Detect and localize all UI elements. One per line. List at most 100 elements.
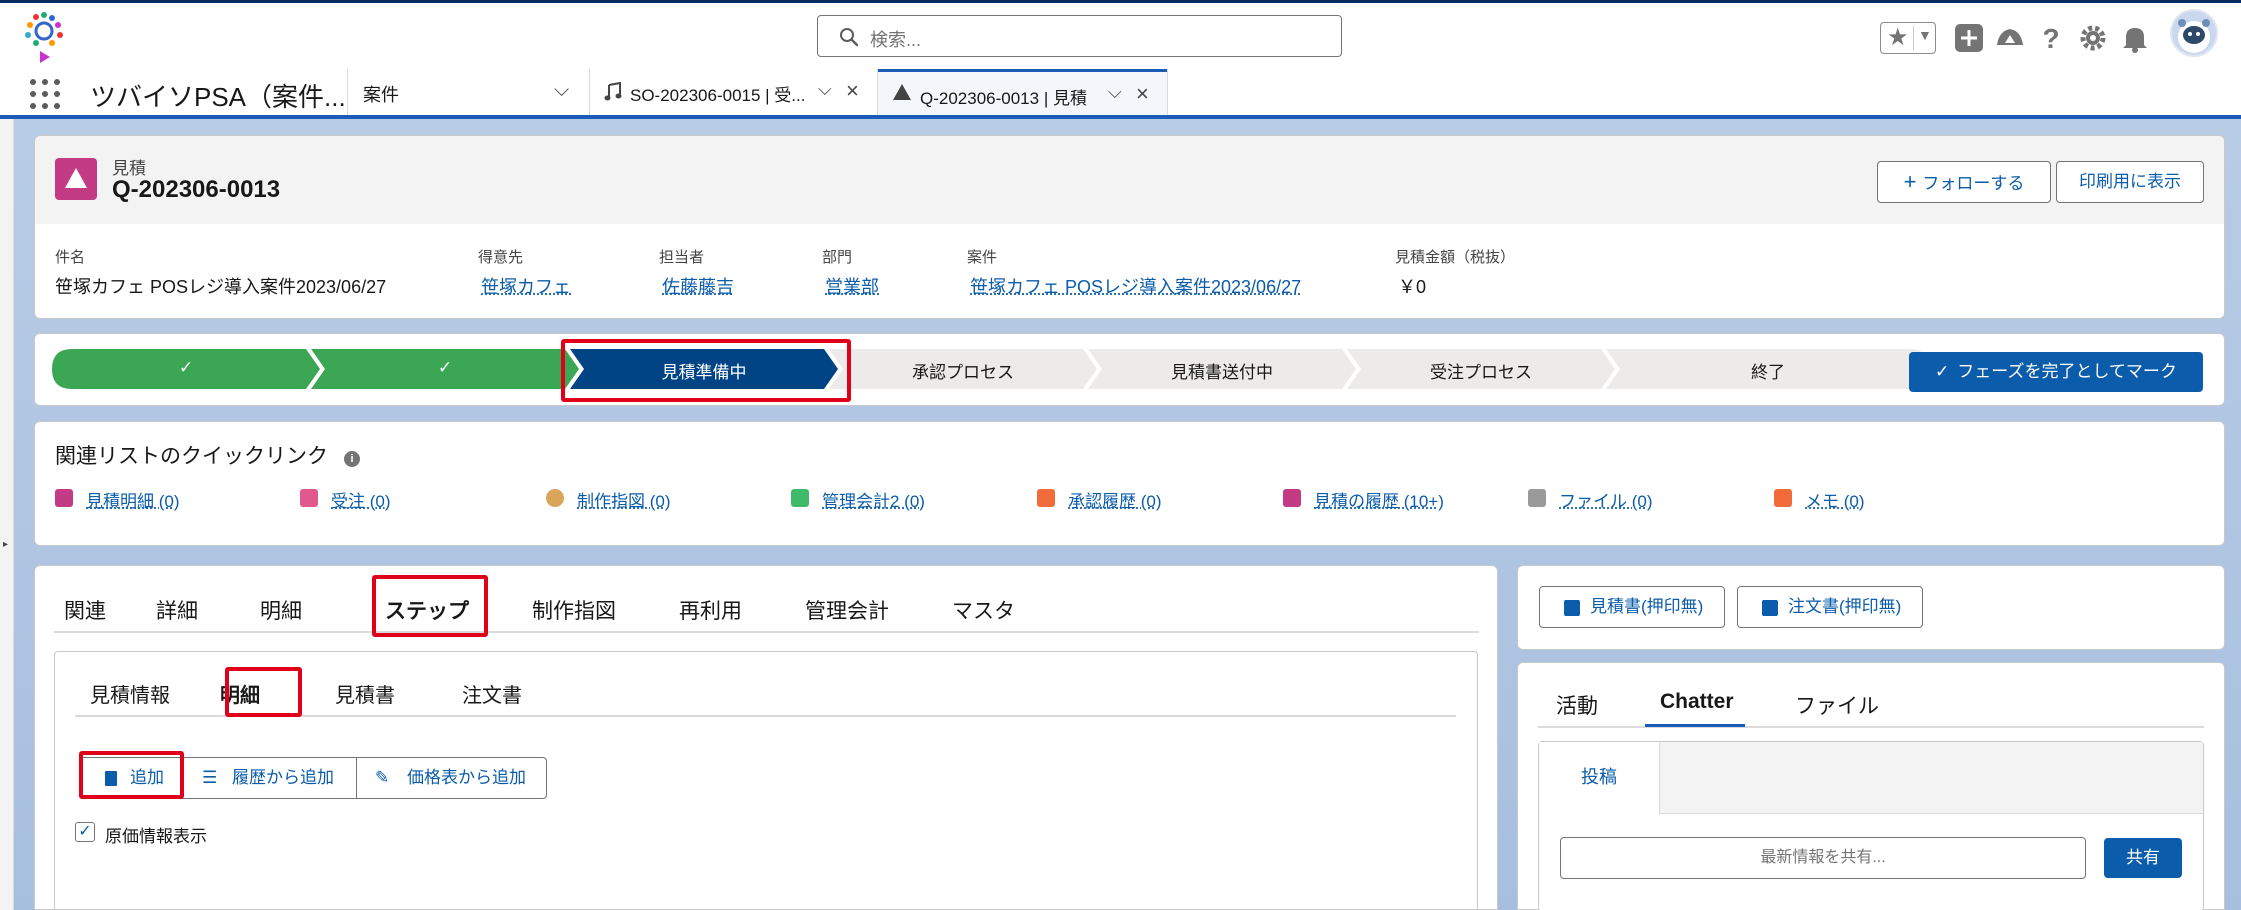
favorites-caret-icon[interactable]: ▼: [1918, 27, 1932, 43]
approval-icon: [1037, 489, 1055, 507]
star-icon: ★: [1887, 24, 1909, 51]
triangle-icon: [55, 489, 73, 507]
workspace-tab-order[interactable]: SO-202306-0015 | 受... ⌵ ×: [590, 69, 878, 115]
favorites-button[interactable]: ★ ▼: [1880, 22, 1936, 54]
help-icon[interactable]: ?: [2034, 21, 2068, 55]
share-button[interactable]: 共有: [2104, 838, 2182, 878]
favorites-divider: [1913, 26, 1914, 50]
path-stage-sending[interactable]: 見積書送付中: [1088, 349, 1356, 389]
gear-icon[interactable]: [2076, 21, 2110, 55]
department-link[interactable]: 営業部: [825, 273, 879, 299]
check-icon: ✓: [178, 358, 194, 377]
global-search-box[interactable]: 検索...: [817, 15, 1342, 57]
quote-print-button[interactable]: 見積書(押印無): [1539, 586, 1725, 628]
path-stages: ✓ ✓ 見積準備中 承認プロセス 見積書送付中 受注プロセス 終了: [52, 349, 1930, 389]
mark-stage-complete-button[interactable]: ✓ フェーズを完了としてマーク: [1909, 352, 2203, 392]
subtab-quote-document[interactable]: 見積書: [335, 679, 395, 708]
highlight-box-steps-tab: [372, 575, 488, 637]
customer-link[interactable]: 笹塚カフェ: [481, 273, 571, 299]
related-list-quick-links: 関連リストのクイックリンク i 見積明細 (0) 受注 (0) 制作指図 (0)…: [34, 421, 2225, 546]
document-icon: [1564, 600, 1580, 616]
user-avatar[interactable]: [2170, 9, 2218, 57]
add-from-history-button[interactable]: ☰ 履歴から追加: [186, 757, 357, 799]
pricebook-icon: ✎: [375, 768, 390, 787]
path-stage-label: 見積書送付中: [1171, 363, 1273, 382]
record-header: 見積 Q-202306-0013 + フォローする 印刷用に表示 件名 笹塚カフェ…: [34, 135, 2225, 319]
highlight-box-current-stage: [561, 339, 851, 402]
tab-lines[interactable]: 明細: [260, 595, 302, 625]
close-icon[interactable]: ×: [846, 78, 859, 104]
path-stage-order[interactable]: 受注プロセス: [1347, 349, 1615, 389]
selected-tab-indicator: [1645, 724, 1745, 727]
chevron-down-icon[interactable]: ⌵: [1108, 82, 1122, 103]
main-tabset: 関連 詳細 明細 ステップ 制作指図 再利用 管理会計 マスタ: [54, 583, 1479, 633]
document-icon: [1762, 600, 1778, 616]
note-icon: [1774, 489, 1792, 507]
music-note-icon: [300, 489, 318, 507]
record-header-title-area: 見積 Q-202306-0013 + フォローする 印刷用に表示: [35, 136, 2224, 224]
nav-divider: [347, 69, 348, 115]
opportunity-link[interactable]: 笹塚カフェ POSレジ導入案件2023/06/27: [970, 273, 1301, 299]
record-detail-panel: 関連 詳細 明細 ステップ 制作指図 再利用 管理会計 マスタ 見積情報 明細 …: [34, 565, 1498, 910]
search-icon: [840, 28, 859, 47]
left-utility-rail[interactable]: ▸: [0, 119, 14, 910]
subtab-quote-info[interactable]: 見積情報: [90, 679, 170, 708]
owner-link[interactable]: 佐藤藤吉: [662, 273, 734, 299]
tab-chatter[interactable]: Chatter: [1660, 690, 1734, 714]
workspace-tab-quote[interactable]: Q-202306-0013 | 見積 ⌵ ×: [878, 69, 1168, 115]
field-owner: 担当者 佐藤藤吉: [659, 249, 734, 299]
workspace-nav-bar: ツバイソPSA（案件... 案件 ⌵ SO-202306-0015 | 受...…: [0, 69, 2241, 119]
path-stage-label: 受注プロセス: [1430, 363, 1532, 382]
list-check-icon: ☰: [202, 768, 218, 787]
add-icon: +: [1903, 169, 1917, 194]
path-stage-closed[interactable]: 終了: [1606, 349, 1930, 389]
chevron-down-icon[interactable]: ⌵: [818, 79, 832, 100]
highlight-box-add-button: [79, 751, 184, 799]
astro-avatar-icon: [2178, 19, 2210, 53]
tab-production-orders[interactable]: 制作指図: [532, 595, 616, 625]
info-icon[interactable]: i: [344, 451, 360, 467]
print-buttons-panel: 見積書(押印無) 注文書(押印無): [1517, 565, 2225, 650]
trailhead-icon[interactable]: [1993, 21, 2027, 55]
app-launcher-icon[interactable]: [30, 79, 60, 109]
tab-details[interactable]: 詳細: [156, 595, 198, 625]
global-create-icon[interactable]: [1952, 21, 1986, 55]
follow-button[interactable]: + フォローする: [1877, 161, 2051, 203]
path-stage-approval[interactable]: 承認プロセス: [829, 349, 1097, 389]
subtab-order-document[interactable]: 注文書: [462, 679, 522, 708]
quick-links-title: 関連リストのクイックリンク: [55, 445, 328, 468]
checkbox-checked-icon[interactable]: ✓: [75, 822, 95, 842]
app-logo-icon[interactable]: [18, 9, 70, 67]
path-stage-complete-2[interactable]: ✓: [311, 349, 579, 389]
order-print-button[interactable]: 注文書(押印無): [1737, 586, 1923, 628]
share-update-input[interactable]: 最新情報を共有...: [1560, 837, 2086, 879]
post-tab[interactable]: 投稿: [1539, 742, 1660, 815]
tab-reuse[interactable]: 再利用: [679, 595, 742, 625]
check-icon: ✓: [437, 358, 453, 377]
highlight-box-lines-subtab: [225, 667, 302, 717]
add-from-pricebook-button[interactable]: ✎ 価格表から追加: [356, 757, 547, 799]
tab-management-accounting[interactable]: 管理会計: [805, 595, 889, 625]
path-stage-label: 終了: [1751, 363, 1785, 382]
printable-view-button[interactable]: 印刷用に表示: [2056, 161, 2204, 203]
object-nav-tab[interactable]: 案件: [363, 81, 399, 107]
global-header: 検索... ★ ▼ ?: [0, 0, 2241, 69]
tab-related[interactable]: 関連: [64, 595, 106, 625]
path-stage-complete-1[interactable]: ✓: [52, 349, 320, 389]
chatter-publisher: 投稿 最新情報を共有... 共有: [1538, 741, 2204, 910]
close-icon[interactable]: ×: [1136, 81, 1149, 107]
field-opportunity: 案件 笹塚カフェ POSレジ導入案件2023/06/27: [967, 249, 1302, 299]
tab-files[interactable]: ファイル: [1795, 690, 1879, 720]
search-placeholder: 検索...: [870, 30, 922, 50]
production-icon: [546, 489, 564, 507]
tab-activity[interactable]: 活動: [1556, 690, 1598, 720]
workspace-tab-label: Q-202306-0013 | 見積: [920, 89, 1087, 108]
music-note-icon: [604, 82, 622, 101]
file-icon: [1528, 489, 1546, 507]
tab-master[interactable]: マスタ: [952, 595, 1015, 625]
chevron-right-icon[interactable]: ▸: [3, 539, 8, 550]
chevron-down-icon[interactable]: ⌵: [554, 79, 569, 102]
bell-icon[interactable]: [2118, 21, 2152, 55]
cost-info-label: 原価情報表示: [105, 827, 207, 846]
plane-icon: [791, 489, 809, 507]
